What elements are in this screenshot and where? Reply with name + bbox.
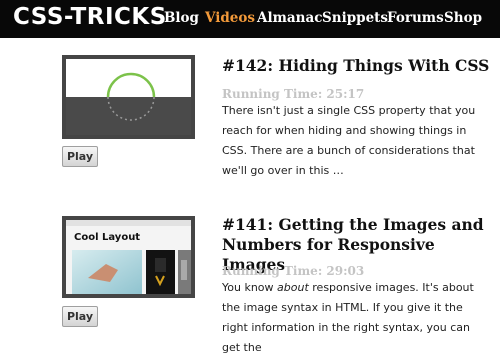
nav-item-forums[interactable]: Forums xyxy=(387,10,444,26)
nav-item-almanac[interactable]: Almanac xyxy=(257,10,322,26)
nav-item-snippets[interactable]: Snippets xyxy=(322,10,388,26)
video-thumbnail[interactable] xyxy=(62,55,195,139)
description-text: You know xyxy=(222,281,278,294)
video-description: There isn't just a single CSS property t… xyxy=(222,104,476,177)
nav-item-shop[interactable]: Shop xyxy=(444,10,482,26)
nav-item-videos[interactable]: Videos xyxy=(205,10,255,26)
running-time: Running Time: 29:03 xyxy=(222,264,365,278)
running-time: Running Time: 25:17 xyxy=(222,87,365,101)
thumbnail-heading: Cool Layout xyxy=(74,232,141,243)
video-description: You know about responsive images. It's a… xyxy=(222,278,480,358)
video-title[interactable]: #142: Hiding Things With CSS xyxy=(222,56,492,76)
play-button[interactable]: Play xyxy=(62,306,98,327)
site-header: CSS-TRICKS Blog Videos Almanac Snippets … xyxy=(0,0,500,38)
nav-item-blog[interactable]: Blog xyxy=(164,10,199,26)
main-nav: Blog Videos Almanac Snippets Forums Shop xyxy=(0,10,500,30)
video-thumbnail[interactable]: Cool Layout xyxy=(62,216,195,298)
play-button[interactable]: Play xyxy=(62,146,98,167)
emphasis-text: about xyxy=(277,281,309,294)
hiding-things-preview-image xyxy=(66,59,191,135)
